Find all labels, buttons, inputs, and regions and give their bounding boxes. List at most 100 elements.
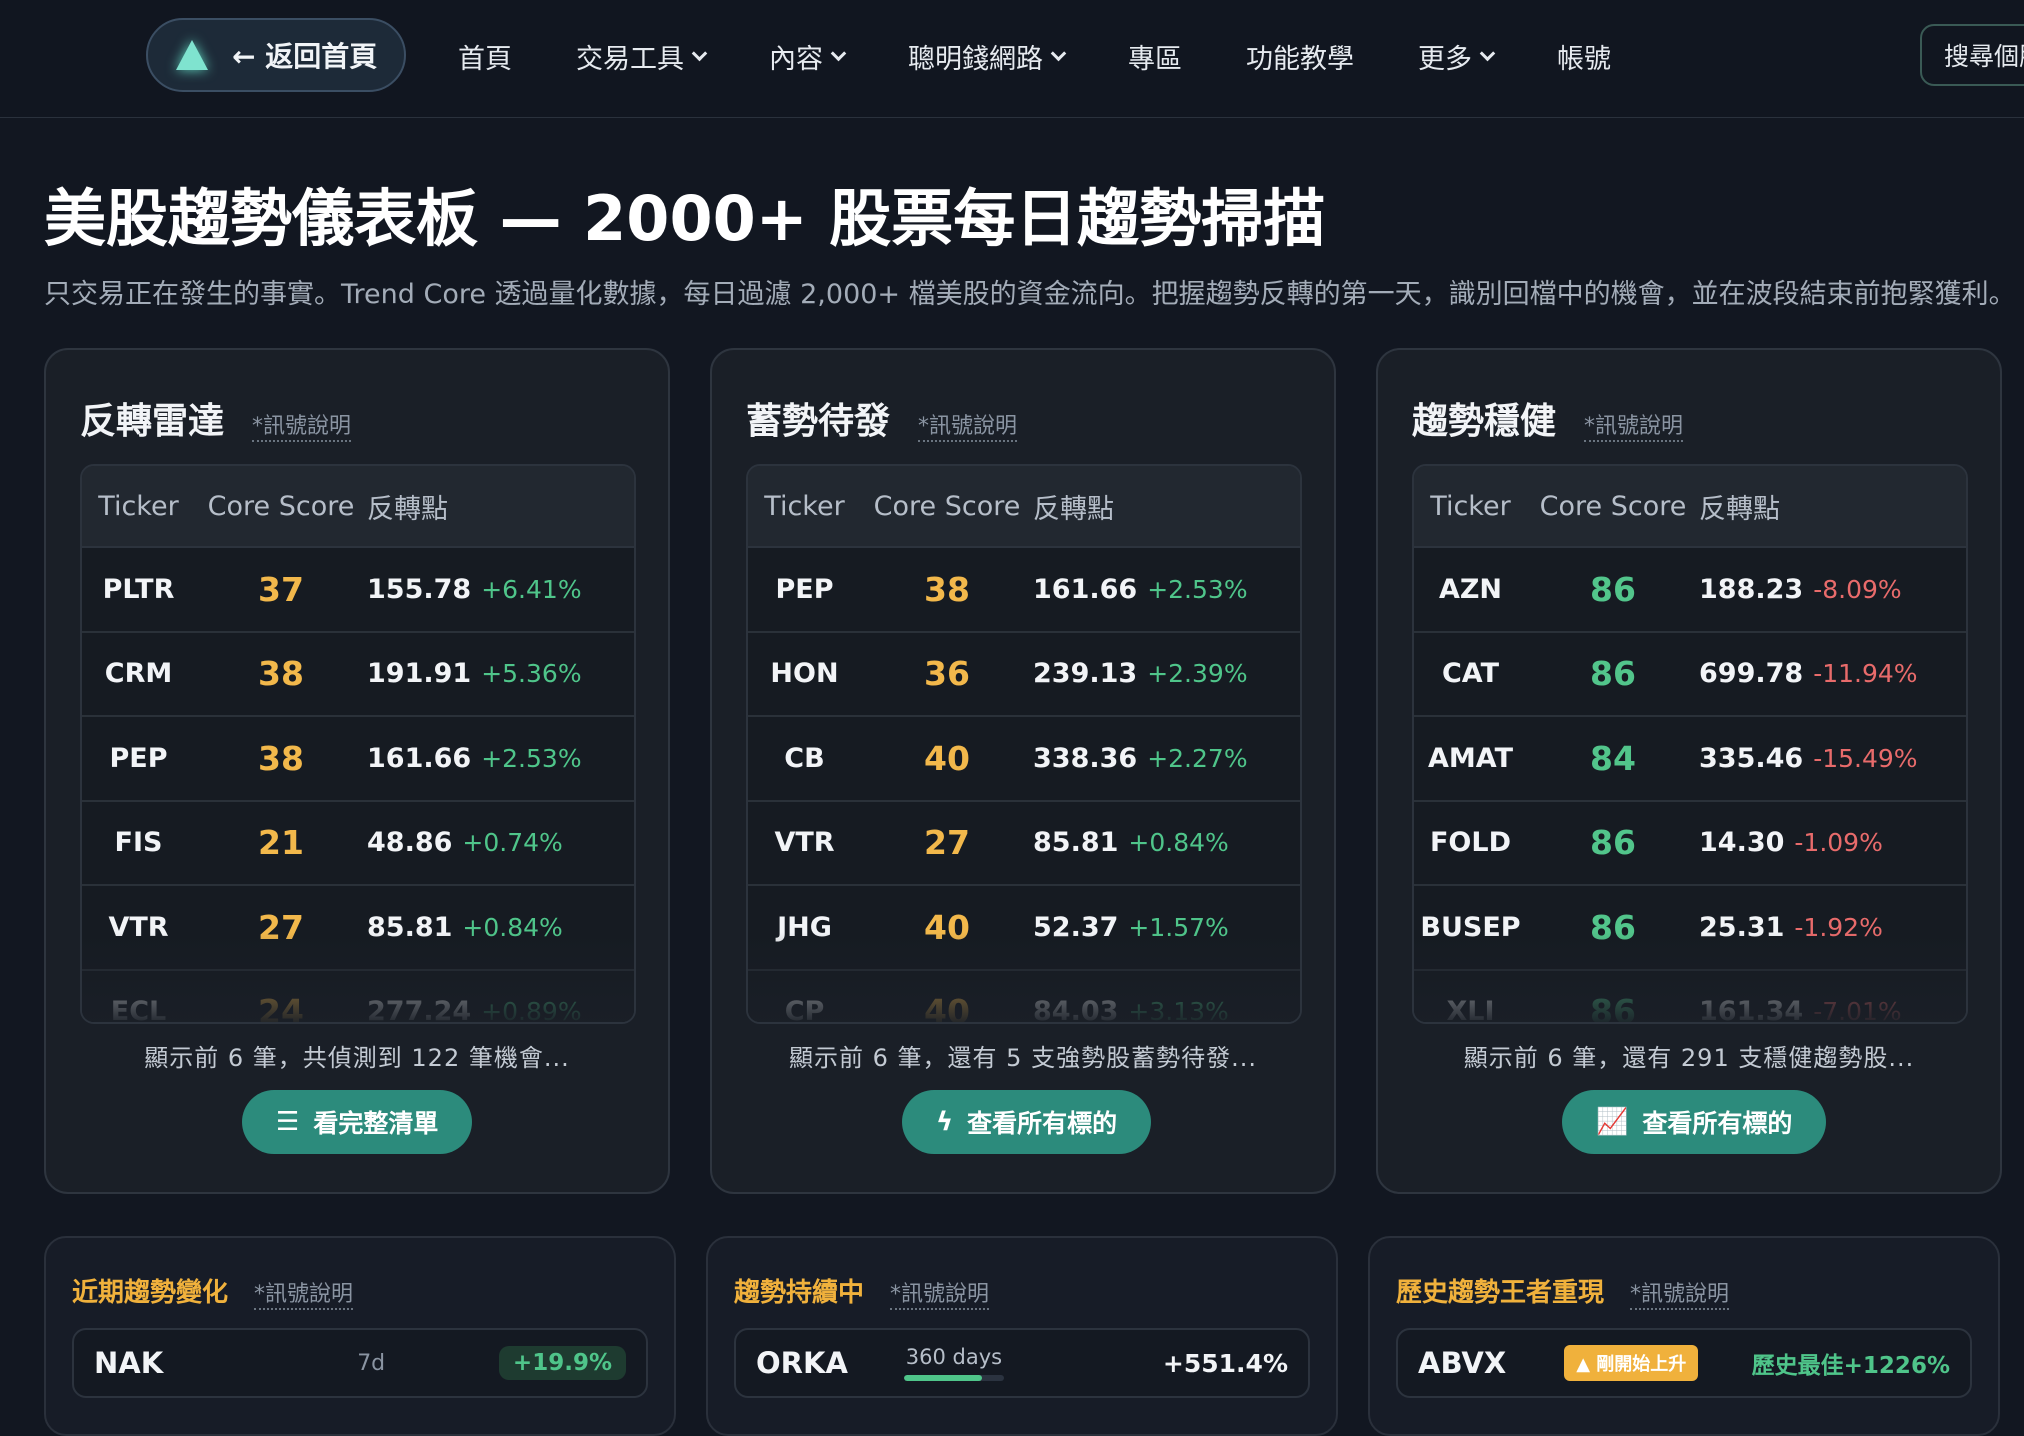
table-header: Ticker Core Score 反轉點: [748, 466, 1300, 548]
ticker: HON: [770, 658, 839, 690]
nav-item-zone[interactable]: 專區: [1128, 37, 1182, 76]
col-ticker: Ticker: [1430, 490, 1511, 522]
ticker: PEP: [109, 742, 168, 774]
ticker: ABVX: [1418, 1346, 1507, 1380]
card-historic-trend-king: 歷史趨勢王者重現 *訊號說明 ABVX ▲ 剛開始上升 歷史最佳+1226%: [1368, 1236, 2000, 1436]
ticker: PEP: [775, 573, 834, 605]
card-footer-note: 顯示前 6 筆，還有 291 支穩健趨勢股...: [1463, 1044, 1915, 1072]
nav-item-home[interactable]: 首頁: [458, 37, 512, 76]
ticker: CB: [784, 742, 825, 774]
nav-item-more[interactable]: 更多: [1418, 37, 1496, 76]
table-row[interactable]: AZN 86 188.23 -8.09%: [1414, 548, 1966, 633]
price-change: +0.74%: [462, 828, 563, 858]
table-row[interactable]: PEP 38 161.66 +2.53%: [748, 548, 1300, 633]
nav-menu: 首頁 交易工具 內容 聰明錢網路 專區 功能教學 更多 帳號: [458, 0, 1675, 112]
ticker: PLTR: [102, 573, 175, 605]
back-home-label: ← 返回首頁: [232, 40, 378, 73]
list-icon: ☰: [276, 1107, 300, 1137]
price-change: -8.09%: [1813, 574, 1902, 604]
back-home-button[interactable]: ← 返回首頁: [146, 18, 406, 92]
reversal-point: 85.81 +0.84%: [1033, 827, 1229, 858]
nav-item-account[interactable]: 帳號: [1557, 37, 1611, 76]
button-label: 查看所有標的: [1642, 1109, 1793, 1138]
table-row[interactable]: CAT 86 699.78 -11.94%: [1414, 632, 1966, 717]
list-item[interactable]: ABVX ▲ 剛開始上升 歷史最佳+1226%: [1396, 1328, 1972, 1398]
signal-explain-link[interactable]: *訊號說明: [254, 1276, 354, 1310]
table-row[interactable]: CRM 38 191.91 +5.36%: [82, 632, 634, 717]
nav-item-label: 帳號: [1557, 43, 1611, 75]
reversal-point: 14.30 -1.09%: [1699, 827, 1883, 858]
core-score: 27: [924, 823, 970, 863]
price-change: -1.09%: [1794, 828, 1883, 858]
signal-explain-link[interactable]: *訊號說明: [890, 1276, 990, 1310]
button-label: 查看所有標的: [967, 1109, 1118, 1138]
ticker: FOLD: [1429, 827, 1511, 859]
duration-progress-track: [903, 1375, 1004, 1381]
col-reversal-point: 反轉點: [367, 493, 448, 525]
table-row[interactable]: VTR 27 85.81 +0.84%: [748, 801, 1300, 886]
nav-item-label: 內容: [769, 43, 823, 75]
view-all-targets-button[interactable]: ϟ 查看所有標的: [902, 1090, 1152, 1154]
table-header: Ticker Core Score 反轉點: [82, 466, 634, 548]
price: 161.66: [367, 742, 472, 774]
logo-triangle-icon: [176, 40, 208, 70]
reversal-point: 161.66 +2.53%: [1033, 574, 1248, 605]
ticker-table: Ticker Core Score 反轉點 PLTR 37 155.78 +6.41%…: [80, 464, 636, 1024]
top-navbar: ← 返回首頁 首頁 交易工具 內容 聰明錢網路 專區 功能教學 更多 帳號 搜尋…: [0, 0, 2024, 118]
signal-explain-link[interactable]: *訊號說明: [918, 408, 1018, 442]
status-badge: ▲ 剛開始上升: [1564, 1345, 1699, 1381]
core-score: 38: [924, 569, 970, 609]
table-row[interactable]: FIS 21 48.86 +0.74%: [82, 801, 634, 886]
chevron-down-icon: [1050, 45, 1067, 61]
nav-item-trading-tools[interactable]: 交易工具: [576, 37, 708, 76]
card-title: 趨勢持續中: [734, 1278, 865, 1308]
card-ready-to-launch: 蓄勢待發 *訊號說明 Ticker Core Score 反轉點 PEP 38 16…: [710, 348, 1336, 1194]
signal-explain-link[interactable]: *訊號說明: [1584, 408, 1684, 442]
table-row[interactable]: FOLD 86 14.30 -1.09%: [1414, 801, 1966, 886]
nav-item-label: 交易工具: [576, 43, 684, 75]
search-stock-button[interactable]: 搜尋個股: [1920, 24, 2024, 86]
ticker: NAK: [94, 1346, 164, 1380]
price-change: -11.94%: [1813, 659, 1918, 689]
table-row[interactable]: PEP 38 161.66 +2.53%: [82, 717, 634, 802]
reversal-point: 188.23 -8.09%: [1699, 574, 1902, 605]
bolt-icon: ϟ: [936, 1107, 954, 1137]
ticker: AZN: [1438, 573, 1503, 605]
card-title: 趨勢穩健: [1412, 401, 1557, 442]
price: 191.91: [367, 658, 472, 690]
nav-item-label: 聰明錢網路: [908, 43, 1043, 75]
search-label: 搜尋個股: [1944, 42, 2024, 71]
historic-best: 歷史最佳+1226%: [1751, 1353, 1950, 1379]
price-change: -15.49%: [1813, 743, 1918, 773]
view-all-targets-button[interactable]: 📈 查看所有標的: [1562, 1090, 1827, 1154]
list-item[interactable]: NAK 7d +19.9%: [72, 1328, 648, 1398]
list-item[interactable]: ORKA 360 days +551.4%: [734, 1328, 1310, 1398]
table-row[interactable]: PLTR 37 155.78 +6.41%: [82, 548, 634, 633]
nav-item-tutorial[interactable]: 功能教學: [1246, 37, 1354, 76]
price: 699.78: [1699, 658, 1804, 690]
price: 14.30: [1699, 827, 1785, 859]
card-title: 蓄勢待發: [746, 401, 891, 442]
card-footer-note: 顯示前 6 筆，還有 5 支強勢股蓄勢待發...: [789, 1044, 1257, 1072]
price: 335.46: [1699, 742, 1804, 774]
reversal-point: 239.13 +2.39%: [1033, 658, 1248, 689]
page-subtitle: 只交易正在發生的事實。Trend Core 透過量化數據，每日過濾 2,000+…: [44, 279, 2016, 310]
reversal-point: 191.91 +5.36%: [367, 658, 582, 689]
table-row[interactable]: CB 40 338.36 +2.27%: [748, 717, 1300, 802]
signal-explain-link[interactable]: *訊號說明: [1630, 1276, 1730, 1310]
view-full-list-button[interactable]: ☰ 看完整清單: [242, 1090, 473, 1154]
card-recent-trend-change: 近期趨勢變化 *訊號說明 NAK 7d +19.9%: [44, 1236, 676, 1436]
table-row[interactable]: HON 36 239.13 +2.39%: [748, 632, 1300, 717]
price-change: +2.27%: [1147, 743, 1248, 773]
card-footer-note: 顯示前 6 筆，共偵測到 122 筆機會...: [144, 1044, 570, 1072]
ticker: FIS: [114, 827, 163, 859]
card-title: 反轉雷達: [80, 401, 225, 442]
signal-explain-link[interactable]: *訊號說明: [252, 408, 352, 442]
price: 155.78: [367, 573, 472, 605]
table-row[interactable]: AMAT 84 335.46 -15.49%: [1414, 717, 1966, 802]
nav-item-smart-money[interactable]: 聰明錢網路: [908, 37, 1067, 76]
core-score: 21: [258, 823, 304, 863]
reversal-point: 338.36 +2.27%: [1033, 743, 1248, 774]
price: 188.23: [1699, 573, 1804, 605]
nav-item-content[interactable]: 內容: [769, 37, 847, 76]
